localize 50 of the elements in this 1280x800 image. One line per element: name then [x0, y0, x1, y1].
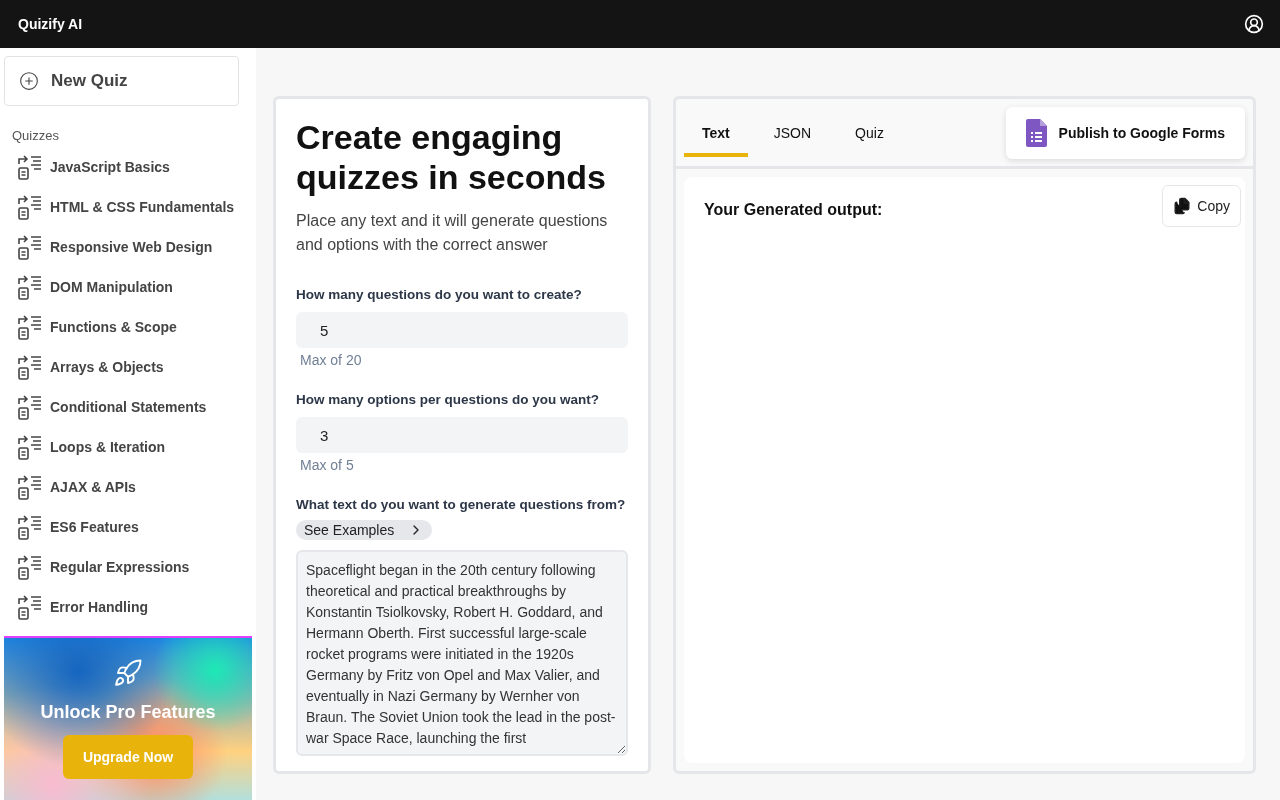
plus-icon — [19, 71, 39, 91]
field-label: What text do you want to generate questions from? — [296, 497, 627, 512]
copy-button[interactable]: Copy — [1162, 185, 1241, 227]
quiz-link[interactable]: Loops & Iteration — [50, 439, 166, 455]
account-icon[interactable] — [1244, 14, 1264, 34]
section-label: Quizzes — [12, 128, 60, 143]
quiz-icon — [17, 354, 43, 380]
quiz-icon — [17, 594, 43, 620]
promo-title: Unlock Pro Features — [40, 702, 216, 723]
quiz-icon — [17, 514, 43, 540]
quiz-icon — [17, 554, 43, 580]
number-field[interactable]: 3 — [296, 417, 628, 453]
quiz-icon — [17, 234, 43, 260]
output-heading: Your Generated output: — [704, 201, 883, 219]
quiz-link[interactable]: Arrays & Objects — [50, 359, 164, 375]
tab[interactable]: Quiz — [837, 108, 902, 157]
quiz-icon — [17, 314, 43, 340]
quiz-icon — [17, 154, 43, 180]
quiz-icon — [17, 394, 43, 420]
quiz-link[interactable]: Regular Expressions — [50, 559, 190, 575]
field-label: How many questions do you want to create? — [296, 287, 583, 302]
field-hint: Max of 20 — [300, 352, 363, 368]
quiz-link[interactable]: HTML & CSS Fundamentals — [50, 199, 235, 215]
quiz-link[interactable]: DOM Manipulation — [50, 279, 173, 295]
form-title: Create engaging quizzes in seconds — [296, 117, 607, 197]
copy-icon — [1173, 197, 1192, 215]
quiz-icon — [17, 274, 43, 300]
quiz-icon — [17, 474, 43, 500]
quiz-link[interactable]: Responsive Web Design — [50, 239, 213, 255]
quiz-link[interactable]: AJAX & APIs — [50, 479, 136, 495]
source-text-field[interactable]: Spaceflight began in the 20th century following theoretical and practical breakthroughs by Konstantin Tsiolkovsky, Robert H. Goddard, and Hermann Oberth. First successful large-scale rocket programs were initiated in the 1920s Germany by Fritz von Opel and Max Valier, and eventually in Nazi Germany by Wernher von Braun. The Soviet Union took the lead in the post-war Space Race, launching the first — [296, 550, 628, 756]
publish-button[interactable]: Publish to Google Forms — [1005, 106, 1245, 159]
quiz-link[interactable]: ES6 Features — [50, 519, 139, 535]
quiz-link[interactable]: Conditional Statements — [50, 399, 207, 415]
quiz-icon — [17, 434, 43, 460]
quiz-link[interactable]: Error Handling — [50, 599, 148, 615]
examples-button[interactable]: See Examples — [296, 520, 433, 540]
app-title: Quizify AI — [18, 16, 83, 32]
tab[interactable]: Text — [684, 108, 748, 157]
tab[interactable]: JSON — [755, 108, 830, 157]
number-field[interactable]: 5 — [296, 312, 628, 348]
rocket-icon — [113, 658, 143, 688]
form-icon — [1025, 118, 1047, 147]
form-subtitle: Place any text and it will generate questions and options with the correct answer — [296, 211, 609, 255]
field-hint: Max of 5 — [300, 457, 355, 473]
new-quiz-button[interactable]: New Quiz — [4, 56, 239, 106]
quiz-link[interactable]: Functions & Scope — [50, 319, 177, 335]
field-label: How many options per questions do you want? — [296, 392, 600, 407]
quiz-icon — [17, 194, 43, 220]
quiz-link[interactable]: JavaScript Basics — [50, 159, 170, 175]
